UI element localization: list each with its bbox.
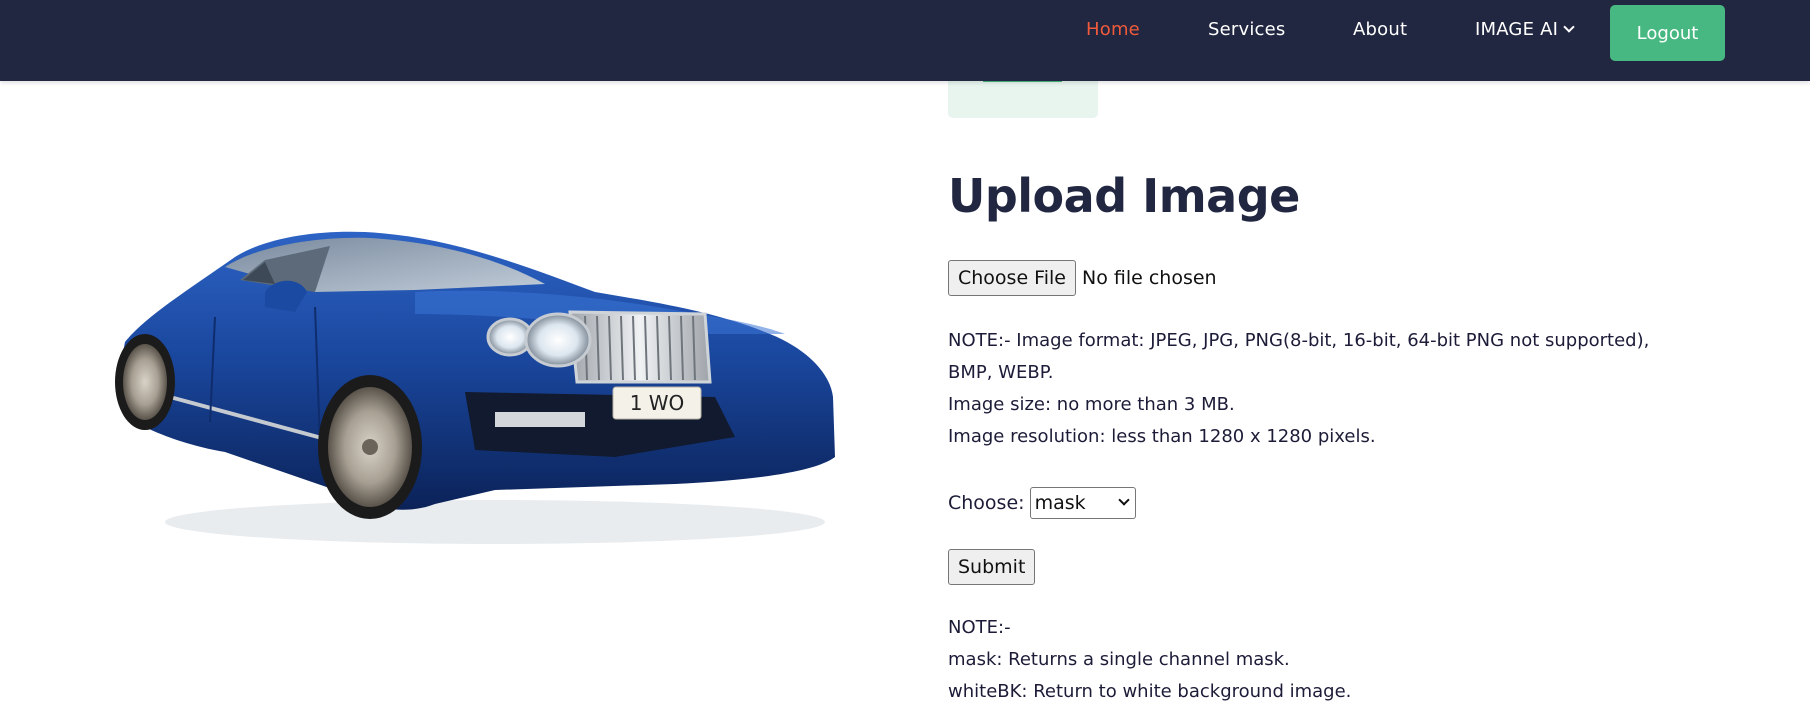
nav-home-link[interactable]: Home	[1086, 17, 1140, 43]
note-line: Image size: no more than 3 MB.	[948, 394, 1235, 415]
chevron-down-icon	[1563, 21, 1575, 33]
file-status-text: No file chosen	[1081, 267, 1217, 289]
chevron-down-icon	[1117, 494, 1130, 506]
license-plate-text: 1 WO	[630, 391, 685, 415]
mode-select-value: mask	[1034, 492, 1086, 514]
note-line: Image resolution: less than 1280 x 1280 …	[948, 426, 1376, 447]
nav-about-link[interactable]: About	[1353, 17, 1407, 43]
note-line: BMP, WEBP.	[948, 362, 1054, 383]
choose-file-button[interactable]: Choose File	[948, 260, 1076, 296]
option-note-line: whiteBK: Return to white background imag…	[948, 681, 1352, 702]
option-note-line: mask: Returns a single channel mask.	[948, 649, 1290, 670]
submit-button[interactable]: Submit	[948, 549, 1036, 585]
option-notes: NOTE:- mask: Returns a single channel ma…	[948, 612, 1728, 708]
page-title: Upload Image	[948, 169, 1300, 223]
nav-image-ai-dropdown[interactable]: IMAGE AI	[1475, 17, 1575, 43]
hero-car-image: 1 WO	[115, 222, 840, 552]
top-navbar: Home Services About IMAGE AI Logout	[0, 0, 1810, 81]
upload-form: Upload Image Choose File No file chosen …	[948, 160, 1728, 702]
format-notes: NOTE:- Image format: JPEG, JPG, PNG(8-bi…	[948, 325, 1728, 453]
option-note-line: NOTE:-	[948, 617, 1011, 638]
choose-label: Choose:	[948, 492, 1025, 514]
choose-row: Choose: mask	[948, 487, 1136, 519]
nav-image-ai-label: IMAGE AI	[1475, 19, 1559, 40]
note-line: NOTE:- Image format: JPEG, JPG, PNG(8-bi…	[948, 330, 1650, 351]
nav-services-link[interactable]: Services	[1208, 17, 1286, 43]
file-input[interactable]: Choose File No file chosen	[948, 260, 1217, 296]
logout-button[interactable]: Logout	[1610, 5, 1725, 61]
mode-select[interactable]: mask	[1029, 487, 1136, 519]
